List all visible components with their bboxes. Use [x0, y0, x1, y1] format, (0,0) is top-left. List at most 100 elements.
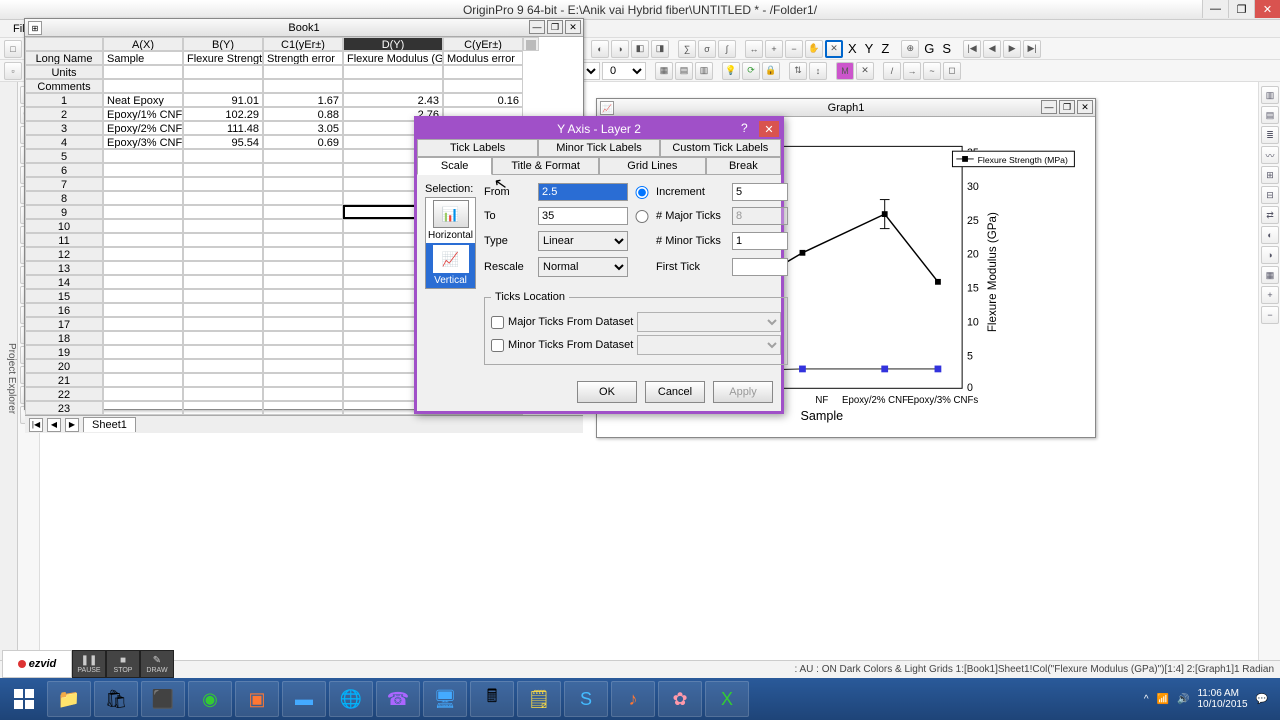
empty-cell[interactable]: [103, 275, 183, 289]
book1-close[interactable]: ✕: [565, 20, 581, 34]
comments-cell[interactable]: [103, 79, 183, 93]
empty-cell[interactable]: [103, 359, 183, 373]
taskbar-explorer[interactable]: 📁: [47, 681, 91, 717]
r-del-icon[interactable]: −: [1261, 306, 1279, 324]
empty-cell[interactable]: [263, 191, 343, 205]
tray-net-icon[interactable]: 📶: [1157, 694, 1169, 705]
sheet-prev[interactable]: ◀: [47, 418, 61, 432]
pattern-icon[interactable]: ▦: [655, 62, 673, 80]
empty-cell[interactable]: [103, 303, 183, 317]
comments-cell[interactable]: [343, 79, 443, 93]
taskbar-app7[interactable]: ✿: [658, 681, 702, 717]
longname-cell[interactable]: Flexure Strength: [183, 51, 263, 65]
empty-cell[interactable]: [263, 275, 343, 289]
book1-titlebar[interactable]: ⊞ Book1 — ❐ ✕: [25, 19, 583, 37]
cancel-button[interactable]: Cancel: [645, 381, 705, 403]
empty-cell[interactable]: [103, 177, 183, 191]
empty-cell[interactable]: [183, 317, 263, 331]
minor-ticks-input[interactable]: [732, 232, 788, 250]
empty-cell[interactable]: [263, 345, 343, 359]
empty-cell[interactable]: [263, 331, 343, 345]
data-cell[interactable]: Neat Epoxy: [103, 93, 183, 107]
row-number[interactable]: 1: [25, 93, 103, 107]
taskbar-calc[interactable]: 🖩: [470, 681, 514, 717]
row-number[interactable]: 18: [25, 331, 103, 345]
line-icon[interactable]: /: [883, 62, 901, 80]
row-number[interactable]: 8: [25, 191, 103, 205]
minor-from-dataset-select[interactable]: [637, 335, 781, 355]
tab-tick-labels[interactable]: Tick Labels: [417, 139, 538, 157]
longname-cell[interactable]: Modulus error: [443, 51, 523, 65]
selection-list[interactable]: 📊 Horizontal 📈 Vertical: [425, 197, 476, 289]
row-number[interactable]: 15: [25, 289, 103, 303]
data-cell[interactable]: Epoxy/1% CNFs: [103, 107, 183, 121]
r-col-icon[interactable]: ▥: [1261, 86, 1279, 104]
major-from-dataset-select[interactable]: [637, 312, 781, 332]
row-number[interactable]: 21: [25, 373, 103, 387]
row-number[interactable]: 6: [25, 163, 103, 177]
empty-cell[interactable]: [103, 233, 183, 247]
tab-grid-lines[interactable]: Grid Lines: [599, 157, 706, 175]
r-mask2-icon[interactable]: ◑: [1261, 246, 1279, 264]
row-number[interactable]: 7: [25, 177, 103, 191]
row-number[interactable]: 19: [25, 345, 103, 359]
empty-cell[interactable]: [263, 261, 343, 275]
empty-cell[interactable]: [183, 401, 263, 415]
minimize-button[interactable]: —: [1202, 0, 1228, 18]
row-number[interactable]: 5: [25, 149, 103, 163]
units-cell[interactable]: [103, 65, 183, 79]
pan-icon[interactable]: ✋: [805, 40, 823, 58]
empty-cell[interactable]: [183, 275, 263, 289]
tray-up-icon[interactable]: ^: [1144, 694, 1149, 705]
rescale-icon[interactable]: ↔: [745, 40, 763, 58]
r-layer-icon[interactable]: ▦: [1261, 266, 1279, 284]
empty-cell[interactable]: [183, 331, 263, 345]
empty-cell[interactable]: [183, 205, 263, 219]
reader-icon[interactable]: ✕: [825, 40, 843, 58]
empty-cell[interactable]: [263, 373, 343, 387]
taskbar-skype[interactable]: S: [564, 681, 608, 717]
r-merge-icon[interactable]: ⊞: [1261, 166, 1279, 184]
mask-icon[interactable]: ◐: [591, 40, 609, 58]
type-select[interactable]: Linear: [538, 231, 628, 251]
empty-cell[interactable]: [183, 233, 263, 247]
empty-cell[interactable]: [183, 149, 263, 163]
apply-button[interactable]: Apply: [713, 381, 773, 403]
start-button[interactable]: [4, 681, 44, 717]
row-number[interactable]: 10: [25, 219, 103, 233]
data-cell[interactable]: Epoxy/3% CNFs: [103, 135, 183, 149]
arrow-icon[interactable]: →: [903, 62, 921, 80]
row-number[interactable]: 2: [25, 107, 103, 121]
taskbar-app5[interactable]: 🖥: [423, 681, 467, 717]
empty-cell[interactable]: [103, 261, 183, 275]
empty-cell[interactable]: [183, 219, 263, 233]
taskbar-chrome[interactable]: 🌐: [329, 681, 373, 717]
data-cell[interactable]: 0.69: [263, 135, 343, 149]
taskbar-app4[interactable]: ▬: [282, 681, 326, 717]
units-cell[interactable]: [183, 65, 263, 79]
empty-cell[interactable]: [263, 289, 343, 303]
r-extract-icon[interactable]: ⊟: [1261, 186, 1279, 204]
selection-horizontal[interactable]: 📊 Horizontal: [426, 198, 475, 243]
empty-cell[interactable]: [103, 205, 183, 219]
sheet-next[interactable]: ▶: [65, 418, 79, 432]
row-number[interactable]: 11: [25, 233, 103, 247]
empty-cell[interactable]: [263, 247, 343, 261]
close-button[interactable]: ✕: [1254, 0, 1280, 18]
empty-cell[interactable]: [103, 191, 183, 205]
mask2-icon[interactable]: ◑: [611, 40, 629, 58]
tab-break[interactable]: Break: [706, 157, 781, 175]
sort-icon[interactable]: ↕: [809, 62, 827, 80]
row-number[interactable]: 17: [25, 317, 103, 331]
comments-cell[interactable]: [263, 79, 343, 93]
units-cell[interactable]: [263, 65, 343, 79]
empty-cell[interactable]: [183, 373, 263, 387]
empty-cell[interactable]: [183, 191, 263, 205]
taskbar-app1[interactable]: ⬛: [141, 681, 185, 717]
col-header[interactable]: [25, 37, 103, 51]
row-number[interactable]: 22: [25, 387, 103, 401]
empty-cell[interactable]: [103, 219, 183, 233]
longname-cell[interactable]: Strength error: [263, 51, 343, 65]
empty-cell[interactable]: [183, 387, 263, 401]
math-icon[interactable]: ∑: [678, 40, 696, 58]
